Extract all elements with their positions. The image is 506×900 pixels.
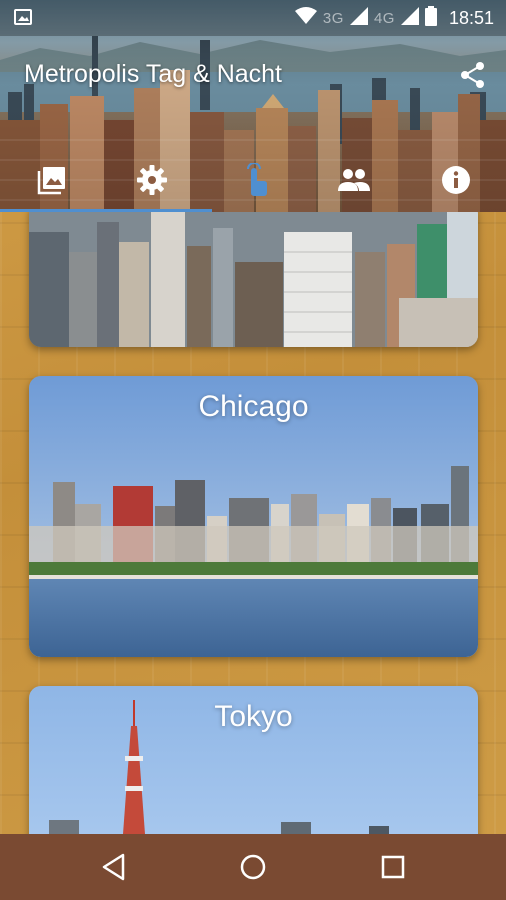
touch-icon[interactable] xyxy=(236,162,272,198)
home-icon[interactable] xyxy=(233,847,273,887)
city-name: Tokyo xyxy=(214,700,293,733)
share-icon[interactable] xyxy=(458,60,488,90)
network-label-3g: 3G xyxy=(322,9,344,27)
app-title: Metropolis Tag & Nacht xyxy=(24,60,282,88)
action-toolbar xyxy=(0,158,506,202)
people-icon[interactable] xyxy=(336,162,372,198)
gallery-icon[interactable] xyxy=(34,162,70,198)
info-icon[interactable] xyxy=(438,162,474,198)
signal-icon xyxy=(349,6,368,30)
wifi-icon xyxy=(294,6,317,30)
navigation-bar xyxy=(0,834,506,900)
app-header: 3G 4G 18:51 Metropolis Tag & Nacht xyxy=(0,0,506,212)
status-bar: 3G 4G 18:51 xyxy=(0,0,506,36)
recents-icon[interactable] xyxy=(373,847,413,887)
battery-icon xyxy=(424,5,437,31)
city-name: Chicago xyxy=(198,390,309,423)
network-label-4g: 4G xyxy=(373,9,395,27)
city-card-new-york[interactable] xyxy=(29,212,478,347)
city-image-new-york xyxy=(29,212,478,347)
settings-icon[interactable] xyxy=(134,162,170,198)
city-list: Chicago Tokyo xyxy=(0,212,506,834)
city-card-tokyo[interactable]: Tokyo xyxy=(29,686,478,834)
back-icon[interactable] xyxy=(94,847,134,887)
clock: 18:51 xyxy=(448,7,494,28)
image-notification-icon xyxy=(14,9,32,25)
city-card-chicago[interactable]: Chicago xyxy=(29,376,478,657)
signal-icon xyxy=(400,6,419,30)
